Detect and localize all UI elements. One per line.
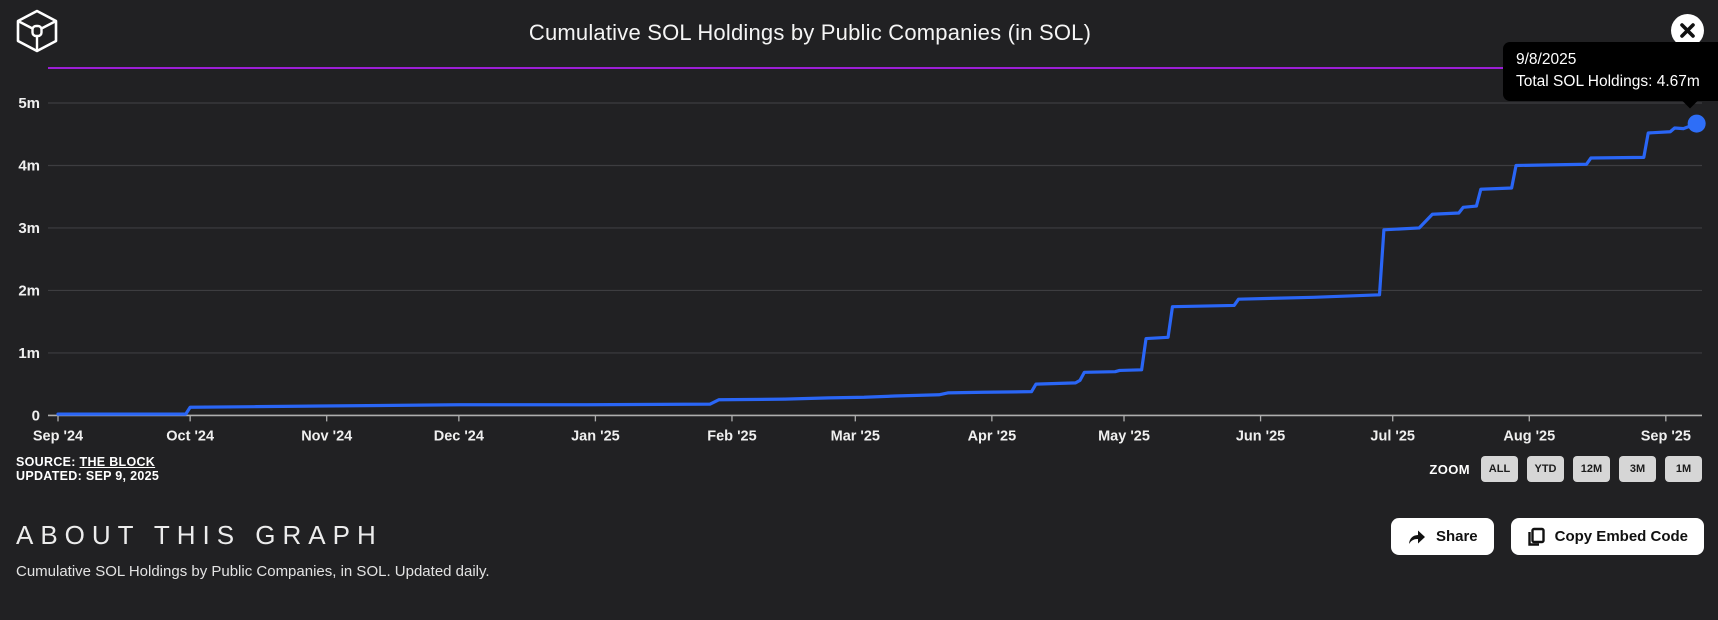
x-axis-tick-label: Feb '25 (707, 428, 756, 444)
y-axis-tick-label: 1m (18, 345, 40, 362)
source-block: SOURCE: THE BLOCK UPDATED: SEP 9, 2025 (16, 455, 159, 483)
action-buttons: Share Copy Embed Code (1390, 518, 1704, 555)
zoom-button-ytd[interactable]: YTD (1527, 456, 1564, 482)
y-axis-tick-label: 0 (32, 407, 40, 424)
x-axis-tick-label: Sep '24 (33, 428, 83, 444)
zoom-label: ZOOM (1429, 461, 1470, 477)
source-label: SOURCE: (16, 455, 80, 469)
share-icon (1408, 530, 1425, 544)
x-axis-tick-label: Sep '25 (1641, 428, 1691, 444)
chart-widget: Cumulative SOL Holdings by Public Compan… (0, 0, 1718, 620)
x-axis-tick-label: Aug '25 (1503, 428, 1555, 444)
sol-holdings-line (56, 122, 1699, 416)
source-link[interactable]: THE BLOCK (80, 455, 156, 469)
x-axis-tick-label: Jun '25 (1236, 428, 1285, 444)
y-axis-tick-label: 5m (18, 95, 40, 112)
x-axis-tick-label: Jul '25 (1370, 428, 1415, 444)
zoom-button-1m[interactable]: 1M (1665, 456, 1702, 482)
about-heading: ABOUT THIS GRAPH (16, 520, 383, 550)
copy-icon (1527, 527, 1545, 546)
x-axis-tick-label: May '25 (1098, 428, 1150, 444)
line-chart[interactable]: 0 1m 2m 3m 4m 5m Sep '24 Oct '24 Nov '24 Dec '24 J… (0, 0, 1718, 452)
chart-tooltip: 9/8/2025 Total SOL Holdings: 4.67m (1503, 42, 1718, 109)
y-axis-tick-label: 2m (18, 282, 40, 299)
tooltip-date: 9/8/2025 (1516, 51, 1577, 68)
zoom-button-12m[interactable]: 12M (1573, 456, 1610, 482)
about-description: Cumulative SOL Holdings by Public Compan… (16, 563, 490, 580)
y-axis-tick-label: 3m (18, 220, 40, 237)
copy-embed-button[interactable]: Copy Embed Code (1510, 518, 1704, 555)
last-point-marker[interactable] (1687, 114, 1706, 133)
x-axis-tick-label: Jan '25 (571, 428, 620, 444)
zoom-button-all[interactable]: ALL (1481, 456, 1518, 482)
x-axis-tick-label: Mar '25 (831, 428, 880, 444)
y-axis-tick-label: 4m (18, 157, 40, 174)
updated-label: UPDATED: SEP 9, 2025 (16, 469, 160, 483)
x-axis-tick-label: Oct '24 (166, 428, 214, 444)
zoom-controls: ZOOM ALL YTD 12M 3M 1M (1429, 456, 1702, 482)
tooltip-value: Total SOL Holdings: 4.67m (1516, 73, 1700, 90)
share-button[interactable]: Share (1390, 518, 1494, 555)
zoom-button-3m[interactable]: 3M (1619, 456, 1656, 482)
x-axis-tick-label: Dec '24 (434, 428, 484, 444)
x-axis-tick-label: Apr '25 (968, 428, 1017, 444)
x-axis-tick-label: Nov '24 (301, 428, 352, 444)
